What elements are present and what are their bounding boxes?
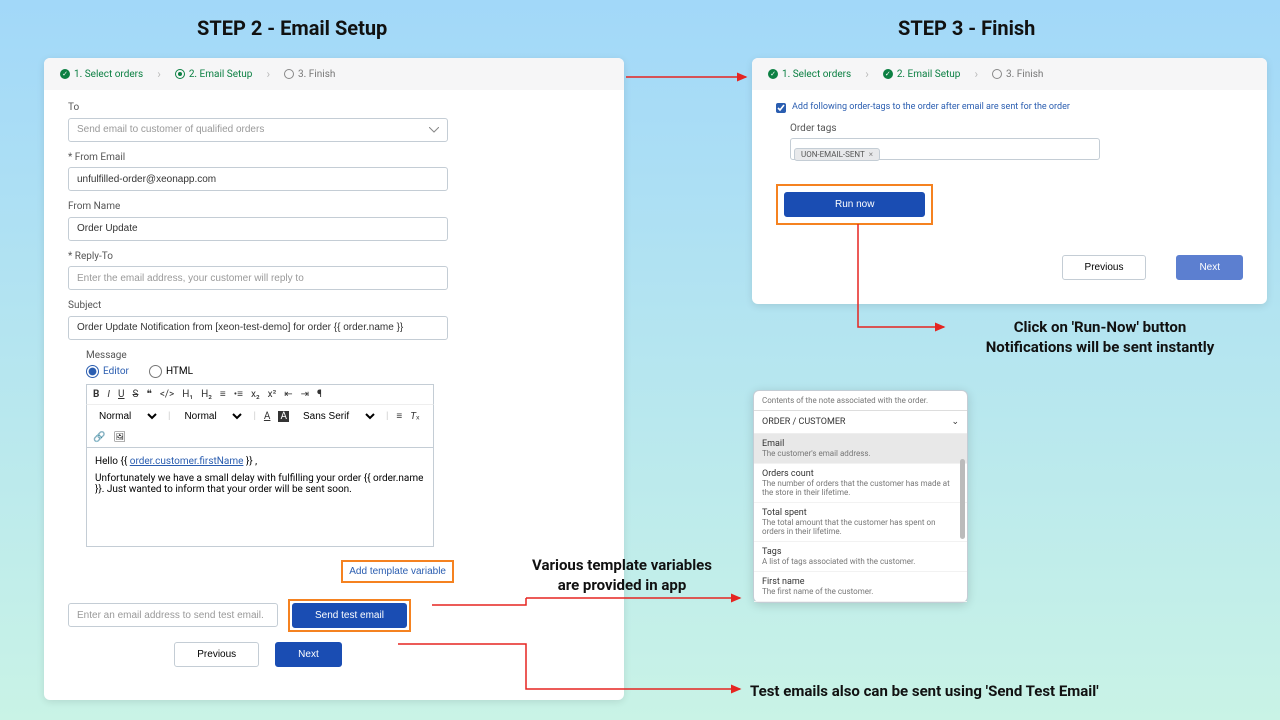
step-3[interactable]: 3. Finish xyxy=(992,69,1043,80)
stepper-left: 1. Select orders › 2. Email Setup › 3. F… xyxy=(44,58,624,90)
variables-section-head[interactable]: ORDER / CUSTOMER⌄ xyxy=(754,411,967,434)
add-template-variable-link[interactable]: Add template variable xyxy=(341,560,454,583)
previous-button[interactable]: Previous xyxy=(1062,255,1147,280)
to-label: To xyxy=(68,102,600,113)
add-tags-checkbox[interactable] xyxy=(776,103,786,113)
tag-input[interactable]: UON-EMAIL-SENT× xyxy=(790,138,1100,160)
template-variables-dropdown[interactable]: Contents of the note associated with the… xyxy=(753,390,968,603)
message-label: Message xyxy=(86,350,600,361)
sup-icon[interactable]: x² xyxy=(268,389,277,400)
step3-title: STEP 3 - Finish xyxy=(898,16,1035,40)
order-tags-label: Order tags xyxy=(790,123,1243,134)
underline-icon[interactable]: U xyxy=(118,389,124,400)
editor-toolbar-2: Normal | Normal | A A Sans Serif | ≡ Tₓ … xyxy=(86,404,434,447)
bold-icon[interactable]: B xyxy=(93,389,99,400)
finish-panel: 1. Select orders › 2. Email Setup › 3. F… xyxy=(752,58,1267,304)
email-setup-panel: 1. Select orders › 2. Email Setup › 3. F… xyxy=(44,58,624,700)
chevron-right-icon: › xyxy=(157,67,161,81)
annotation-vars: Various template variables are provided … xyxy=(512,556,732,595)
subject-input[interactable] xyxy=(68,316,448,340)
variable-item[interactable]: First nameThe first name of the customer… xyxy=(754,572,967,602)
next-button[interactable]: Next xyxy=(275,642,342,667)
sub-icon[interactable]: x₂ xyxy=(251,389,260,400)
size-select[interactable]: Normal xyxy=(178,409,245,424)
font-select[interactable]: Sans Serif xyxy=(297,409,378,424)
next-button[interactable]: Next xyxy=(1176,255,1243,280)
previous-button[interactable]: Previous xyxy=(174,642,259,667)
check-icon xyxy=(883,69,893,79)
variable-item[interactable]: Orders countThe number of orders that th… xyxy=(754,464,967,503)
step-2[interactable]: 2. Email Setup xyxy=(883,69,961,80)
chevron-right-icon: › xyxy=(865,67,869,81)
italic-icon[interactable]: I xyxy=(107,389,110,400)
annotation-run-now: Click on 'Run-Now' button Notifications … xyxy=(970,318,1230,357)
to-select[interactable]: Send email to customer of qualified orde… xyxy=(68,118,448,142)
link-icon[interactable]: 🔗 xyxy=(93,432,105,443)
add-tags-label: Add following order-tags to the order af… xyxy=(792,102,1070,112)
ol-icon[interactable]: ≡ xyxy=(220,389,226,400)
editor-body[interactable]: Hello {{ order.customer.firstName }} , U… xyxy=(86,447,434,547)
variable-item[interactable]: EmailThe customer's email address. xyxy=(754,434,967,464)
step2-title: STEP 2 - Email Setup xyxy=(197,16,387,40)
step-1[interactable]: 1. Select orders xyxy=(60,69,143,80)
editor-radio[interactable]: Editor xyxy=(86,365,129,378)
image-icon[interactable]: 🖼 xyxy=(113,432,126,443)
check-icon xyxy=(60,69,70,79)
annotation-test-email: Test emails also can be sent using 'Send… xyxy=(750,682,1170,702)
from-email-label: * From Email xyxy=(68,152,600,163)
html-radio[interactable]: HTML xyxy=(149,365,193,378)
from-name-input[interactable] xyxy=(68,217,448,241)
from-email-input[interactable] xyxy=(68,167,448,191)
chevron-right-icon: › xyxy=(266,67,270,81)
reply-to-label: * Reply-To xyxy=(68,251,600,262)
h1-icon[interactable]: H₁ xyxy=(182,389,193,400)
stepper-right: 1. Select orders › 2. Email Setup › 3. F… xyxy=(752,58,1267,90)
send-test-email-button[interactable]: Send test email xyxy=(292,603,407,628)
chevron-right-icon: › xyxy=(974,67,978,81)
step-3[interactable]: 3. Finish xyxy=(284,69,335,80)
step-1[interactable]: 1. Select orders xyxy=(768,69,851,80)
tag-pill[interactable]: UON-EMAIL-SENT× xyxy=(794,148,880,161)
variable-item[interactable]: Total spentThe total amount that the cus… xyxy=(754,503,967,542)
subject-label: Subject xyxy=(68,300,600,311)
rtl-icon[interactable]: ¶ xyxy=(317,389,322,400)
code-icon[interactable]: </> xyxy=(160,389,174,400)
close-icon[interactable]: × xyxy=(869,150,873,159)
from-name-label: From Name xyxy=(68,201,600,212)
variable-item[interactable]: TagsA list of tags associated with the c… xyxy=(754,542,967,572)
align-icon[interactable]: ≡ xyxy=(396,411,402,422)
paragraph-select[interactable]: Normal xyxy=(93,409,160,424)
h2-icon[interactable]: H₂ xyxy=(201,389,212,400)
run-now-button[interactable]: Run now xyxy=(784,192,925,217)
reply-to-input[interactable] xyxy=(68,266,448,290)
circle-icon xyxy=(992,69,1002,79)
scrollbar[interactable] xyxy=(960,459,965,539)
indent-icon[interactable]: ⇥ xyxy=(301,389,309,400)
text-color-icon[interactable]: A xyxy=(264,411,271,422)
circle-icon xyxy=(284,69,294,79)
check-icon xyxy=(768,69,778,79)
template-variable: order.customer.firstName xyxy=(130,456,244,467)
bg-color-icon[interactable]: A xyxy=(278,411,289,422)
editor-toolbar: B I U S ❝ </> H₁ H₂ ≡ •≡ x₂ x² ⇤ ⇥ ¶ xyxy=(86,384,434,404)
outdent-icon[interactable]: ⇤ xyxy=(284,389,292,400)
test-email-input[interactable] xyxy=(68,603,278,627)
clear-format-icon[interactable]: Tₓ xyxy=(410,411,419,422)
step-2[interactable]: 2. Email Setup xyxy=(175,69,253,80)
ul-icon[interactable]: •≡ xyxy=(234,389,243,400)
circle-icon xyxy=(175,69,185,79)
quote-icon[interactable]: ❝ xyxy=(146,389,151,400)
chevron-down-icon: ⌄ xyxy=(951,417,959,427)
strike-icon[interactable]: S xyxy=(133,389,139,400)
